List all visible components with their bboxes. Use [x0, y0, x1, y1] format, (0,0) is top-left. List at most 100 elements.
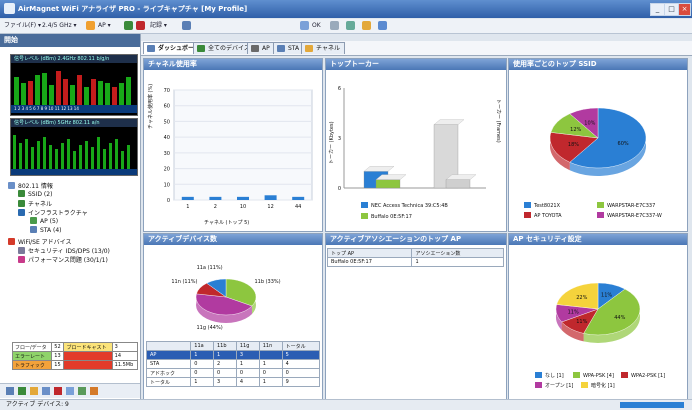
record-menu[interactable]: 記録 ▾	[150, 21, 167, 31]
top-ap-title: アクティブアソシエーションのトップ AP	[326, 234, 506, 245]
channel-usage-title: チャネル使用率	[144, 59, 322, 70]
legend-swatch	[581, 382, 588, 388]
ap-tab-icon	[251, 45, 259, 52]
tools-icon[interactable]	[182, 21, 191, 30]
tree-item-advice[interactable]: WiFi/SE アドバイス	[8, 237, 72, 246]
performance-icon	[18, 256, 25, 263]
title-bar: AirMagnet WiFi アナライザ PRO - ライブキャプチャ [My …	[0, 0, 692, 18]
channel-usage-panel: チャネル使用率 0 10 20 30 40 50 60 70 1 2 10 12 44 チャネル使用率 …	[143, 58, 323, 232]
pie-label: 11a (11%)	[197, 265, 223, 271]
filter-icon[interactable]	[330, 21, 339, 30]
top-ap-panel: アクティブアソシエーションのトップ AP トップ AP アソシエーション数 Bu…	[325, 233, 507, 400]
table-row[interactable]: STA 0 2 1 1 4	[145, 359, 321, 369]
band-selector[interactable]: 2.4/5 GHz ▾	[42, 21, 77, 31]
ap-security-pie: 11% 44% 11% 11% 22%	[555, 282, 641, 343]
capture-icon[interactable]	[86, 21, 95, 30]
active-devices-table: 11a 11b 11g 11n トータル AP 1 1 3 5 STA 0 2 …	[145, 341, 321, 387]
legend-swatch	[535, 382, 542, 388]
y-tick-label: 6	[338, 86, 341, 92]
bar	[181, 196, 194, 200]
minimize-button[interactable]: _	[650, 3, 665, 16]
legend-swatch	[621, 372, 628, 378]
bottom-tool-3-icon[interactable]	[30, 387, 38, 395]
x-tick-label: 2	[214, 204, 217, 210]
pie-label: 22%	[576, 295, 587, 301]
left-bottom-toolbar	[0, 383, 140, 398]
y-tick-label: 20	[164, 167, 170, 173]
ap-security-panel: AP セキュリティ設定 11% 44% 11% 11% 22% なし [1] WPA-P…	[508, 233, 688, 400]
tree-item-performance[interactable]: パフォーマンス問題 (30/1/1)	[18, 255, 108, 264]
pie-label: 11%	[568, 310, 579, 316]
infrastructure-icon	[18, 209, 25, 216]
ssid-usage-panel: 使用率ごとのトップ SSID 60% 18% 12% 10% Test8021X AP…	[508, 58, 688, 232]
bottom-tool-4-icon[interactable]	[42, 387, 50, 395]
table-row[interactable]: アドホック 0 0 0 0 0	[145, 368, 321, 378]
top-talkers-ylabel-right: トーカー (Frames)	[495, 99, 501, 143]
tree-item-infrastructure[interactable]: インフラストラクチャ	[18, 208, 88, 217]
tree-item-security-ids[interactable]: セキュリティ IDS/DPS (13/0)	[18, 246, 110, 255]
pie-label: 11g (44%)	[197, 325, 223, 331]
tab-all-devices[interactable]: 全てのデバイス	[193, 42, 255, 54]
tab-channel[interactable]: チャネル	[301, 42, 345, 54]
table-row[interactable]: トータル 1 3 4 1 9	[145, 377, 321, 387]
legend-swatch	[524, 202, 531, 208]
file-menu[interactable]: ファイル(F) ▾	[4, 21, 41, 31]
help-icon[interactable]	[378, 21, 387, 30]
tree-item-channel[interactable]: チャネル	[18, 199, 52, 208]
bar	[375, 179, 401, 189]
tree-item-sta[interactable]: STA (4)	[30, 226, 62, 234]
play-icon[interactable]	[124, 21, 133, 30]
ssid-usage-pie: 60% 18% 12%10%	[549, 107, 647, 176]
window-title: AirMagnet WiFi アナライザ PRO - ライブキャプチャ [My …	[18, 5, 248, 13]
tree-item-80211-info[interactable]: 802.11 情報	[8, 181, 53, 190]
ap-menu[interactable]: AP ▾	[98, 21, 111, 31]
maximize-button[interactable]: □	[664, 3, 679, 16]
pie-label: 10%	[584, 120, 595, 126]
y-tick-label: 70	[164, 88, 170, 94]
signal-chart-5ghz-title: 信号レベル (dBm) 5GHz 802.11 a/n	[11, 119, 137, 127]
bottom-tool-1-icon[interactable]	[6, 387, 14, 395]
y-tick-label: 0	[338, 186, 341, 192]
channel-usage-chart: 0102030405060701 2 10 12 44	[164, 88, 313, 210]
signal-chart-5ghz: 信号レベル (dBm) 5GHz 802.11 a/n	[10, 118, 138, 176]
tree-item-ap[interactable]: AP (5)	[30, 217, 58, 225]
bar	[209, 196, 222, 200]
status-bar: アクティブ デバイス: 9	[0, 399, 692, 410]
bottom-tool-8-icon[interactable]	[90, 387, 98, 395]
table-row[interactable]: AP 1 1 3 5	[145, 350, 321, 360]
legend-swatch	[597, 212, 604, 218]
legend-series-2: Buffalo 0E:5F:17	[361, 213, 412, 220]
tree-item-ssid[interactable]: SSID (2)	[18, 190, 52, 198]
bottom-tool-6-icon[interactable]	[66, 387, 74, 395]
pie-label: 60%	[618, 141, 629, 147]
pie-label: 44%	[614, 315, 625, 321]
report-icon[interactable]	[346, 21, 355, 30]
settings-icon[interactable]	[362, 21, 371, 30]
x-tick-label: 44	[295, 204, 301, 210]
bottom-tool-7-icon[interactable]	[78, 387, 86, 395]
table-row: トラフィック 15 11.5Mb	[11, 360, 139, 370]
left-summary-table: フロー/データ 52 ブロードキャスト 3 エラーレート 13 14 トラフィッ…	[11, 342, 139, 370]
bar-top	[363, 166, 395, 172]
close-button[interactable]: ×	[678, 3, 691, 16]
signal-chart-24ghz-channels: 1 2 3 4 5 6 7 8 9 10 11 12 13 14	[14, 106, 79, 111]
legend-ssid-1: Test8021X	[524, 202, 560, 209]
ssid-icon	[18, 190, 25, 197]
sta-icon	[30, 226, 37, 233]
zoom-icon[interactable]	[300, 21, 309, 30]
active-devices-panel: アクティブデバイス数 11b (33%) 11g (44%) 11n (11%) 11…	[143, 233, 323, 400]
zoom-ok-button[interactable]: OK	[312, 21, 321, 31]
stop-icon[interactable]	[136, 21, 145, 30]
bottom-tool-5-icon[interactable]	[54, 387, 62, 395]
legend-swatch	[535, 372, 542, 378]
status-progress	[620, 402, 684, 408]
tab-ap[interactable]: AP	[247, 42, 275, 54]
table-row[interactable]: Buffalo 0E:5F:17 1	[326, 257, 504, 267]
pie-label: 11n (11%)	[171, 279, 197, 285]
channel-icon	[18, 200, 25, 207]
table-row: フロー/データ 52 ブロードキャスト 3	[11, 342, 139, 352]
plot-area	[173, 89, 313, 201]
tab-sta[interactable]: STA	[273, 42, 305, 54]
pie-label: 11%	[601, 292, 612, 298]
bottom-tool-2-icon[interactable]	[18, 387, 26, 395]
